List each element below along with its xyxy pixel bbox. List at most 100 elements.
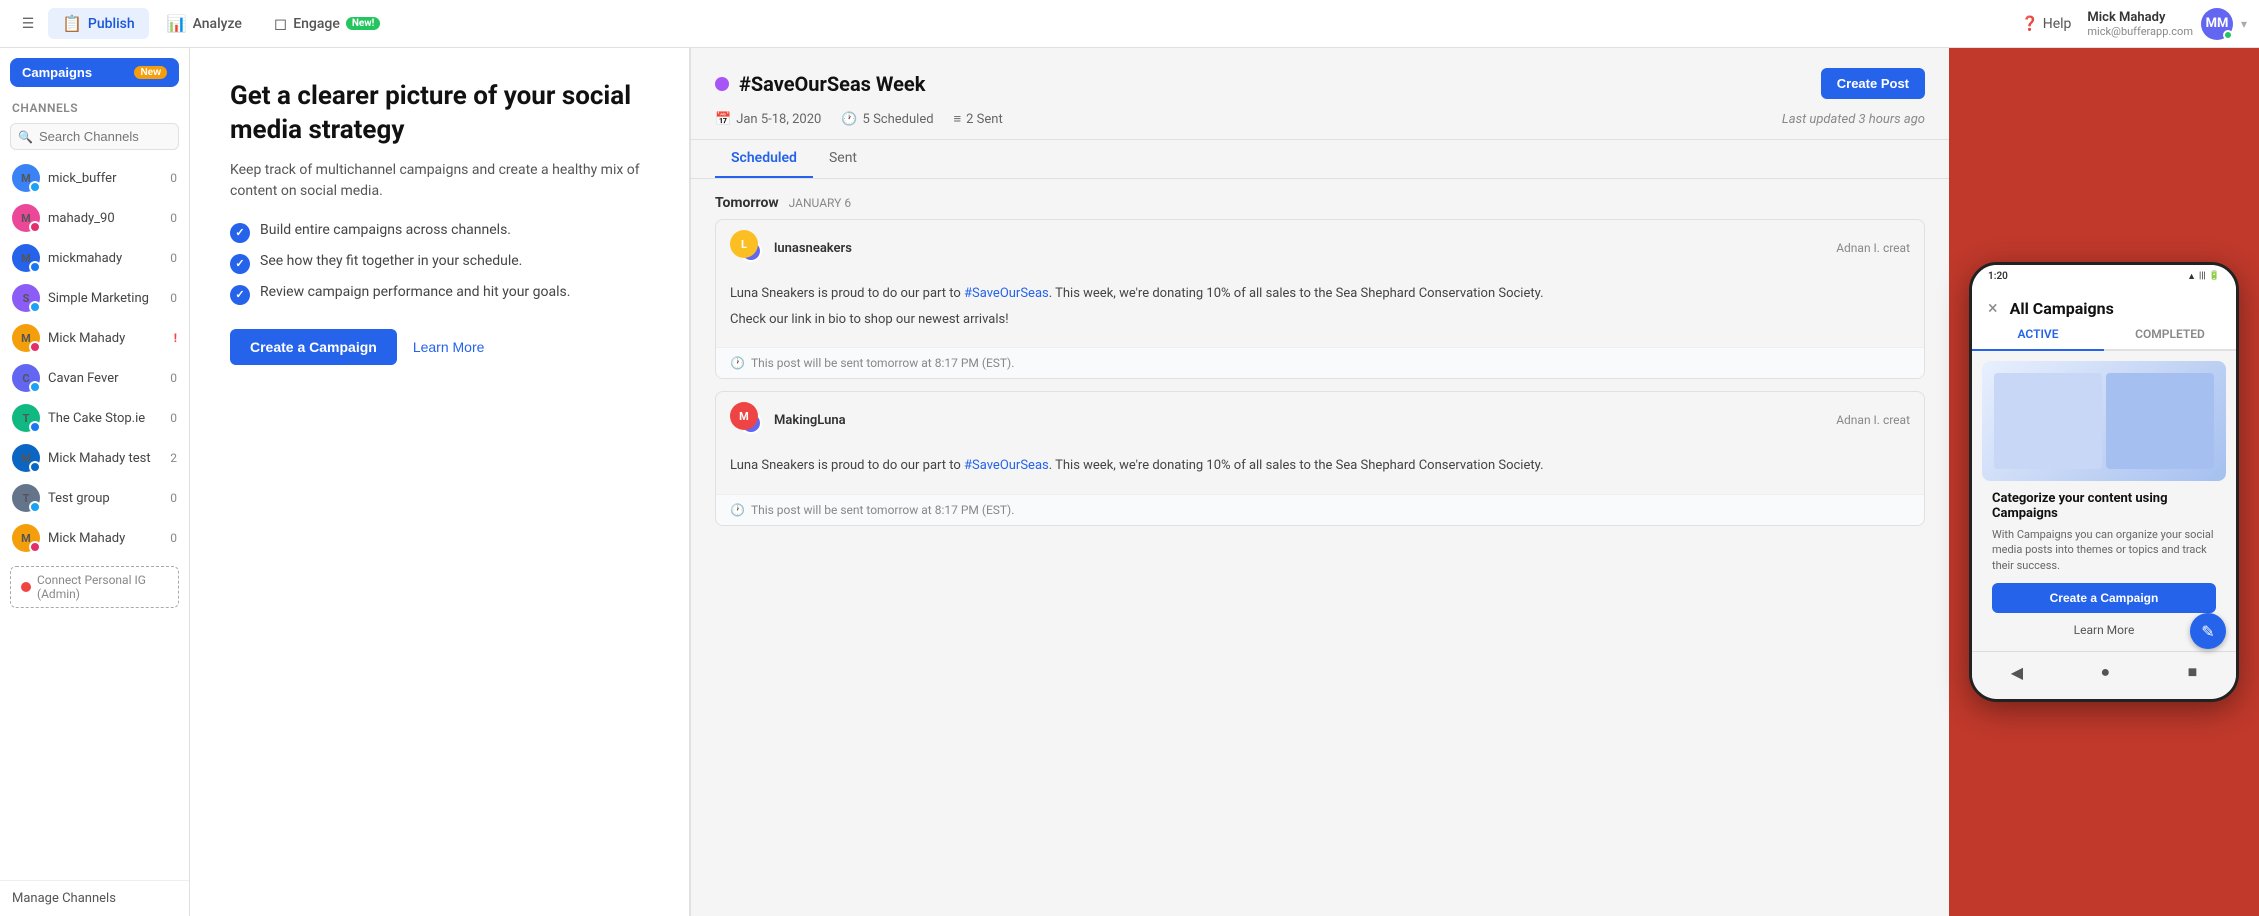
campaigns-button[interactable]: Campaigns New	[10, 58, 179, 87]
channel-avatar: M	[12, 164, 40, 192]
help-icon: ❓	[2021, 16, 2038, 32]
check-icon-1	[230, 223, 250, 243]
help-button[interactable]: ❓ Help	[2021, 16, 2071, 32]
manage-channels-link[interactable]: Manage Channels	[0, 880, 189, 916]
campaigns-description: Keep track of multichannel campaigns and…	[230, 160, 649, 202]
post-hashtag-link-1[interactable]: #SaveOurSeas	[964, 286, 1049, 301]
nav-tab-publish[interactable]: 📋 Publish	[48, 8, 149, 39]
channels-section-label: Channels	[0, 91, 189, 119]
campaigns-title: Get a clearer picture of your social med…	[230, 80, 649, 148]
campaigns-intro: Get a clearer picture of your social med…	[190, 48, 689, 397]
post-text-1c: Check our link in bio to shop our newest…	[730, 310, 1910, 330]
phone-fab-button[interactable]: ✎	[2190, 613, 2226, 649]
check-icon-3	[230, 285, 250, 305]
create-post-button[interactable]: Create Post	[1821, 68, 1925, 99]
feature-item-1: Build entire campaigns across channels.	[230, 222, 649, 243]
nav-tab-analyze[interactable]: 📊 Analyze	[153, 8, 256, 39]
menu-icon[interactable]: ☰	[12, 8, 44, 40]
avatar-status-dot	[2223, 30, 2233, 40]
sidebar: Campaigns New Channels 🔍 M mick_buffer 0…	[0, 48, 190, 916]
tab-sent[interactable]: Sent	[813, 140, 873, 178]
channel-item-mick-mahady-2[interactable]: M Mick Mahady 0	[0, 518, 189, 558]
phone-tabs: ACTIVE COMPLETED	[1972, 319, 2236, 351]
phone-frame: 1:20 ▲ ||| 🔋 × All Campaigns ACTIVE COMP…	[1969, 262, 2239, 702]
phone-nav-back[interactable]: ◀	[1999, 659, 2035, 686]
campaigns-button-label: Campaigns	[22, 65, 92, 80]
campaign-header: #SaveOurSeas Week Create Post 📅 Jan 5-18…	[691, 48, 1949, 140]
phone-tab-completed[interactable]: COMPLETED	[2104, 319, 2236, 349]
sent-icon: ≡	[954, 111, 962, 127]
avatar-wrapper: MM	[2201, 8, 2233, 40]
channel-count: 0	[170, 171, 177, 185]
phone-image-left	[1994, 373, 2102, 469]
phone-image-placeholder	[1982, 361, 2226, 481]
campaign-scheduled-text: 5 Scheduled	[863, 112, 934, 127]
channel-item-test-group[interactable]: T Test group 0	[0, 478, 189, 518]
phone-tab-active[interactable]: ACTIVE	[1972, 319, 2104, 351]
channel-count: 0	[170, 211, 177, 225]
search-input[interactable]	[10, 123, 179, 150]
calendar-icon: 📅	[715, 112, 731, 127]
check-icon-2	[230, 254, 250, 274]
channel-item-simple-marketing[interactable]: S Simple Marketing 0	[0, 278, 189, 318]
phone-content: Categorize your content using Campaigns …	[1972, 351, 2236, 651]
engage-badge: New!	[346, 17, 381, 30]
channel-name: Mick Mahady	[48, 531, 162, 546]
learn-more-button[interactable]: Learn More	[413, 339, 485, 355]
tab-scheduled[interactable]: Scheduled	[715, 140, 813, 178]
channel-avatar: C	[12, 364, 40, 392]
campaign-date-text: Jan 5-18, 2020	[736, 112, 821, 127]
phone-image-right	[2106, 373, 2214, 469]
channel-item-mick-buffer[interactable]: M mick_buffer 0	[0, 158, 189, 198]
phone-nav-recent[interactable]: ■	[2176, 658, 2210, 686]
channel-item-cake-stop[interactable]: T The Cake Stop.ie 0	[0, 398, 189, 438]
tab-scheduled-label: Scheduled	[731, 150, 797, 166]
nav-tab-engage[interactable]: ◻ Engage New!	[260, 8, 394, 39]
phone-close-icon[interactable]: ×	[1988, 298, 1998, 319]
channel-name: The Cake Stop.ie	[48, 411, 162, 426]
phone-create-campaign-button[interactable]: Create a Campaign	[1992, 583, 2216, 613]
post-text-2a: Luna Sneakers is proud to do our part to…	[730, 456, 1910, 476]
create-campaign-button[interactable]: Create a Campaign	[230, 329, 397, 365]
day-date: JANUARY 6	[789, 196, 851, 210]
post-card-2: M I MakingLuna Adnan I. creat Luna Sneak…	[715, 391, 1925, 526]
channel-name: Cavan Fever	[48, 371, 162, 386]
post-hashtag-link-2[interactable]: #SaveOurSeas	[964, 458, 1049, 473]
campaign-date: 📅 Jan 5-18, 2020	[715, 112, 821, 127]
channel-name: Test group	[48, 491, 162, 506]
post-body-2: Luna Sneakers is proud to do our part to…	[716, 448, 1924, 494]
phone-nav-home[interactable]: ●	[2088, 658, 2122, 686]
campaign-title-text: #SaveOurSeas Week	[739, 72, 925, 96]
platform-dot-twitter	[29, 301, 41, 313]
phone-image-collage	[1994, 373, 2214, 469]
campaign-tabs: Scheduled Sent	[691, 140, 1949, 179]
channel-item-mahady-90[interactable]: M mahady_90 0	[0, 198, 189, 238]
channel-item-mickmahady[interactable]: M mickmahady 0	[0, 238, 189, 278]
channel-count: 0	[170, 291, 177, 305]
channel-name: mickmahady	[48, 251, 162, 266]
engage-icon: ◻	[274, 14, 287, 33]
campaigns-panel: Get a clearer picture of your social med…	[190, 48, 690, 916]
channel-item-cavan-fever[interactable]: C Cavan Fever 0	[0, 358, 189, 398]
phone-header-title: All Campaigns	[2010, 299, 2114, 318]
user-menu[interactable]: Mick Mahady mick@bufferapp.com MM ▾	[2087, 8, 2247, 40]
user-name: Mick Mahady	[2087, 10, 2193, 25]
phone-categorize-desc: With Campaigns you can organize your soc…	[1992, 527, 2216, 573]
campaign-meta: 📅 Jan 5-18, 2020 🕐 5 Scheduled ≡ 2 Sent …	[715, 111, 1925, 127]
feature-text-2: See how they fit together in your schedu…	[260, 253, 522, 269]
post-author-1: lunasneakers	[774, 241, 852, 256]
campaign-scheduled: 🕐 5 Scheduled	[841, 112, 933, 127]
platform-dot-facebook	[29, 261, 41, 273]
channel-avatar: T	[12, 484, 40, 512]
post-avatar-group-1: L I	[730, 230, 766, 266]
analyze-icon: 📊	[167, 14, 187, 33]
channel-item-mick-mahady-test[interactable]: M Mick Mahady test 2	[0, 438, 189, 478]
connect-personal-ig[interactable]: Connect Personal IG (Admin)	[10, 566, 179, 608]
campaign-last-updated: Last updated 3 hours ago	[1782, 112, 1925, 127]
connect-status-dot	[21, 582, 31, 592]
user-email: mick@bufferapp.com	[2087, 25, 2193, 38]
campaign-posts: Tomorrow JANUARY 6 L I lunasneakers Adna…	[691, 179, 1949, 526]
platform-dot-facebook	[29, 421, 41, 433]
channel-item-mick-mahady[interactable]: M Mick Mahady !	[0, 318, 189, 358]
campaign-detail: #SaveOurSeas Week Create Post 📅 Jan 5-18…	[690, 48, 1949, 916]
